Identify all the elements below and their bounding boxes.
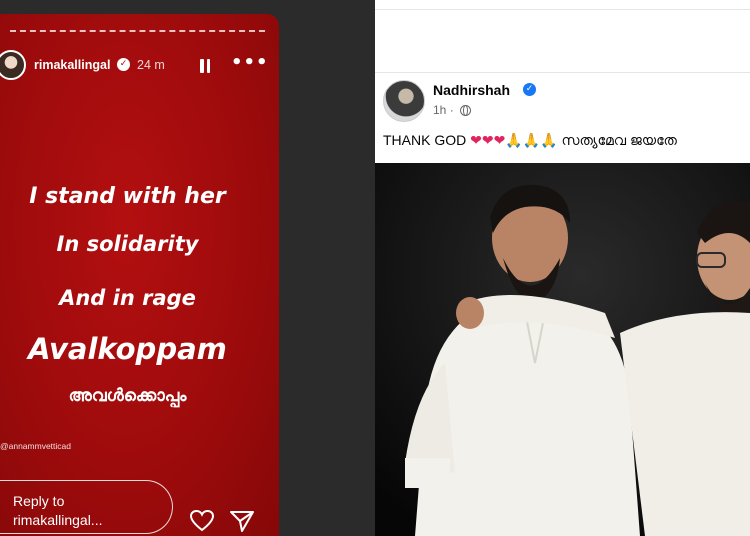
- caption-malayalam: സത്യമേവ ജയതേ: [561, 132, 677, 148]
- story-progress-bar: [10, 30, 265, 32]
- globe-icon: [460, 105, 471, 116]
- story-card[interactable]: rimakallingal ✓ 24 m ••• I stand with he…: [0, 14, 279, 536]
- story-text-line-3: And in rage: [59, 286, 196, 310]
- more-icon[interactable]: •••: [231, 54, 268, 72]
- caption-emojis: ❤❤❤🙏🙏🙏: [470, 132, 558, 148]
- story-header: rimakallingal ✓ 24 m •••: [0, 50, 279, 84]
- heart-icon[interactable]: [189, 509, 215, 533]
- fb-author-avatar[interactable]: [383, 80, 425, 122]
- story-avatar[interactable]: [0, 50, 26, 80]
- story-text-line-5: അവൾക്കൊപ്പം: [68, 386, 187, 406]
- instagram-story-panel: rimakallingal ✓ 24 m ••• I stand with he…: [0, 0, 375, 536]
- story-mention[interactable]: @annammvetticad: [0, 441, 71, 451]
- story-text-line-4: Avalkoppam: [28, 332, 227, 366]
- story-time: 24 m: [137, 58, 165, 72]
- story-text-line-2: In solidarity: [56, 232, 199, 256]
- fb-top-bar: [375, 0, 750, 10]
- reply-input[interactable]: Reply to rimakallingal...: [0, 480, 173, 534]
- fb-post-time[interactable]: 1h ·: [433, 103, 454, 117]
- fb-author-name[interactable]: Nadhirshah: [433, 82, 510, 98]
- story-username[interactable]: rimakallingal: [34, 58, 110, 72]
- pause-icon[interactable]: [199, 59, 211, 73]
- facebook-post-panel: Nadhirshah ✓ 1h · THANK GOD ❤❤❤🙏🙏🙏 സത്യമ…: [375, 0, 750, 536]
- story-text-line-1: I stand with her: [29, 184, 226, 209]
- send-icon[interactable]: [229, 509, 255, 533]
- fb-divider: [375, 72, 750, 73]
- fb-post-photo[interactable]: [375, 163, 750, 536]
- caption-text: THANK GOD: [383, 132, 467, 148]
- fb-post-caption: THANK GOD ❤❤❤🙏🙏🙏 സത്യമേവ ജയതേ: [383, 132, 677, 149]
- verified-icon: ✓: [117, 58, 130, 71]
- reply-placeholder: Reply to rimakallingal...: [13, 493, 103, 528]
- verified-icon: ✓: [523, 83, 536, 96]
